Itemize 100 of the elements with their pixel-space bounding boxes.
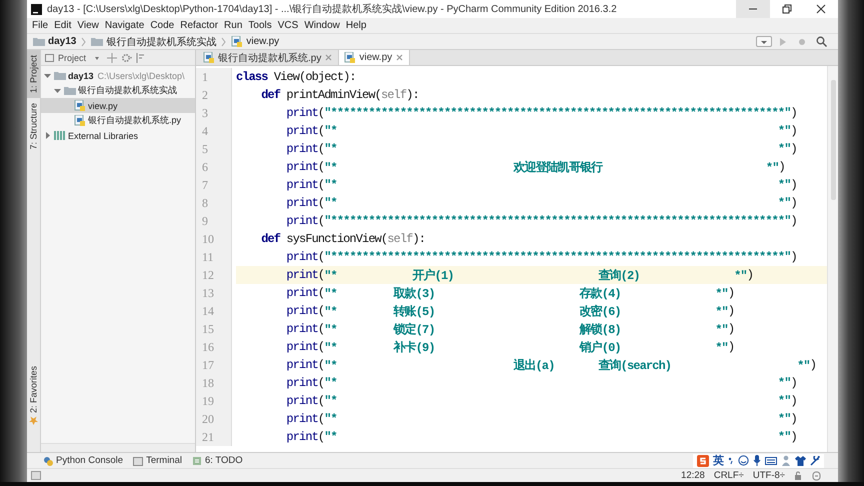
code-line: print("************************************************************************") bbox=[285, 105, 798, 122]
folder-icon bbox=[54, 70, 66, 81]
python-file-icon bbox=[344, 52, 356, 63]
tree-item[interactable]: External Libraries bbox=[41, 128, 195, 143]
folder-path: C:\Users\xlg\Desktop\ bbox=[98, 70, 185, 80]
menu-item[interactable]: Code bbox=[147, 18, 178, 33]
folder-icon bbox=[64, 85, 76, 96]
search-icon bbox=[816, 36, 826, 47]
folder-icon bbox=[91, 36, 104, 47]
line-number: 6 bbox=[196, 158, 232, 176]
line-number: 2 bbox=[196, 86, 232, 104]
gear-icon[interactable] bbox=[121, 52, 132, 62]
code-line: print("* *") bbox=[285, 411, 798, 428]
restore-icon bbox=[782, 4, 792, 14]
tool-window-tab[interactable]: 7: Structure bbox=[27, 98, 40, 155]
tool-window-tab[interactable]: 2: Favorites bbox=[27, 360, 40, 430]
microphone-icon[interactable] bbox=[753, 455, 761, 466]
dropdown-button[interactable] bbox=[756, 36, 772, 47]
line-number: 8 bbox=[196, 194, 232, 212]
collapse-icon[interactable] bbox=[136, 52, 145, 62]
shirt-icon[interactable] bbox=[795, 456, 806, 466]
line-number: 4 bbox=[196, 122, 232, 140]
encoding-selector[interactable]: UTF-8÷ bbox=[752, 470, 785, 481]
breadcrumb-item[interactable]: day13 bbox=[31, 34, 78, 49]
menu-item[interactable]: Window bbox=[301, 18, 343, 33]
tree-item[interactable]: day13 C:\Users\xlg\Desktop\ bbox=[41, 68, 195, 83]
language-mode[interactable]: 英 bbox=[713, 453, 724, 468]
code-line: def sysFunctionView(self): bbox=[260, 231, 426, 248]
menu-item[interactable]: VCS bbox=[274, 18, 302, 33]
folder-icon bbox=[33, 36, 45, 47]
target-icon[interactable] bbox=[107, 52, 117, 62]
code-line: print("* *") bbox=[285, 393, 798, 410]
python-icon bbox=[43, 456, 53, 466]
circle-icon bbox=[798, 38, 806, 46]
menu-item[interactable]: File bbox=[29, 18, 52, 33]
todo-button[interactable]: 6: TODO bbox=[192, 455, 243, 466]
caret-position[interactable]: 12:28 bbox=[681, 470, 705, 481]
emoji-icon[interactable] bbox=[738, 455, 749, 466]
code-line: print("* *") bbox=[285, 375, 798, 392]
editor-tab[interactable]: view.py bbox=[339, 50, 410, 65]
code-line: class View(object): bbox=[236, 69, 357, 86]
line-separator-selector[interactable]: CRLF÷ bbox=[714, 470, 744, 481]
editor-tab[interactable]: 银行自动提款机系统.py bbox=[198, 50, 340, 65]
chevron-icon bbox=[81, 36, 86, 46]
terminal-icon bbox=[133, 456, 144, 466]
code-line: def printAdminView(self): bbox=[260, 87, 420, 104]
menu-item[interactable]: Help bbox=[342, 18, 370, 33]
line-number: 20 bbox=[196, 410, 232, 428]
expand-arrow-icon[interactable] bbox=[43, 131, 52, 140]
tree-item[interactable]: 银行自动提款机系统.py bbox=[41, 113, 195, 128]
play-icon bbox=[779, 36, 787, 46]
expand-arrow-icon[interactable] bbox=[43, 71, 52, 80]
panel-icon bbox=[45, 52, 55, 62]
keyboard-icon[interactable] bbox=[765, 456, 777, 466]
close-icon[interactable] bbox=[324, 53, 334, 62]
code-line: print("* *") bbox=[285, 123, 798, 140]
chevron-icon bbox=[221, 36, 226, 46]
line-number: 16 bbox=[196, 338, 232, 356]
line-number: 17 bbox=[196, 356, 232, 374]
code-line: print("* *") bbox=[285, 177, 798, 194]
star-icon bbox=[29, 416, 38, 425]
python-file-icon bbox=[74, 115, 86, 126]
lock-icon[interactable] bbox=[794, 471, 803, 480]
line-number: 10 bbox=[196, 230, 232, 248]
python-console-button[interactable]: Python Console bbox=[43, 455, 124, 466]
code-line: print("* *") bbox=[285, 195, 798, 212]
code-line: print("* 补卡(9) 销户(0) *") bbox=[285, 339, 736, 356]
line-number: 21 bbox=[196, 428, 232, 446]
tool-window-tab[interactable]: 1: Project bbox=[27, 50, 40, 98]
user-icon[interactable] bbox=[781, 455, 791, 466]
terminal-button[interactable]: Terminal bbox=[133, 455, 182, 466]
panel-toggle-icon[interactable] bbox=[31, 471, 41, 480]
tree-item[interactable]: view.py bbox=[41, 98, 195, 113]
inspector-icon[interactable] bbox=[812, 470, 821, 480]
line-number: 12 bbox=[196, 266, 232, 284]
wrench-icon[interactable] bbox=[810, 456, 820, 466]
menu-item[interactable]: Edit bbox=[51, 18, 74, 33]
line-number: 15 bbox=[196, 320, 232, 338]
menu-item[interactable]: Tools bbox=[245, 18, 275, 33]
code-line: print("* 转账(5) 改密(6) *") bbox=[285, 303, 736, 320]
code-line: print("* 锁定(7) 解锁(8) *") bbox=[285, 321, 736, 338]
tree-item[interactable]: 银行自动提款机系统实战 bbox=[41, 83, 195, 98]
line-number: 19 bbox=[196, 392, 232, 410]
menu-item[interactable]: View bbox=[74, 18, 102, 33]
code-line: print("************************************************************************") bbox=[285, 249, 798, 266]
breadcrumb-item[interactable]: 银行自动提款机系统实战 bbox=[89, 34, 218, 49]
menu-item[interactable]: Run bbox=[221, 18, 246, 33]
punctuation-icon[interactable] bbox=[728, 456, 734, 466]
breadcrumb-item[interactable]: view.py bbox=[229, 34, 282, 49]
expand-arrow-icon[interactable] bbox=[53, 86, 62, 95]
code-line: print("* *") bbox=[285, 141, 798, 158]
window-title: day13 - [C:\Users\xlg\Desktop\Python-1704\day13] - ...\银行自动提款机系统实战\view.py - PyCharm Community Edition 2016.3.2 bbox=[47, 2, 617, 16]
python-file-icon bbox=[203, 52, 215, 63]
code-line: print("* 欢迎登陆凯哥银行 *") bbox=[285, 159, 786, 176]
menu-item[interactable]: Navigate bbox=[102, 18, 148, 33]
python-file-icon bbox=[231, 36, 244, 47]
menu-item[interactable]: Refactor bbox=[177, 18, 222, 33]
close-icon[interactable] bbox=[395, 53, 404, 62]
close-icon bbox=[816, 4, 826, 14]
line-number: 11 bbox=[196, 248, 232, 266]
